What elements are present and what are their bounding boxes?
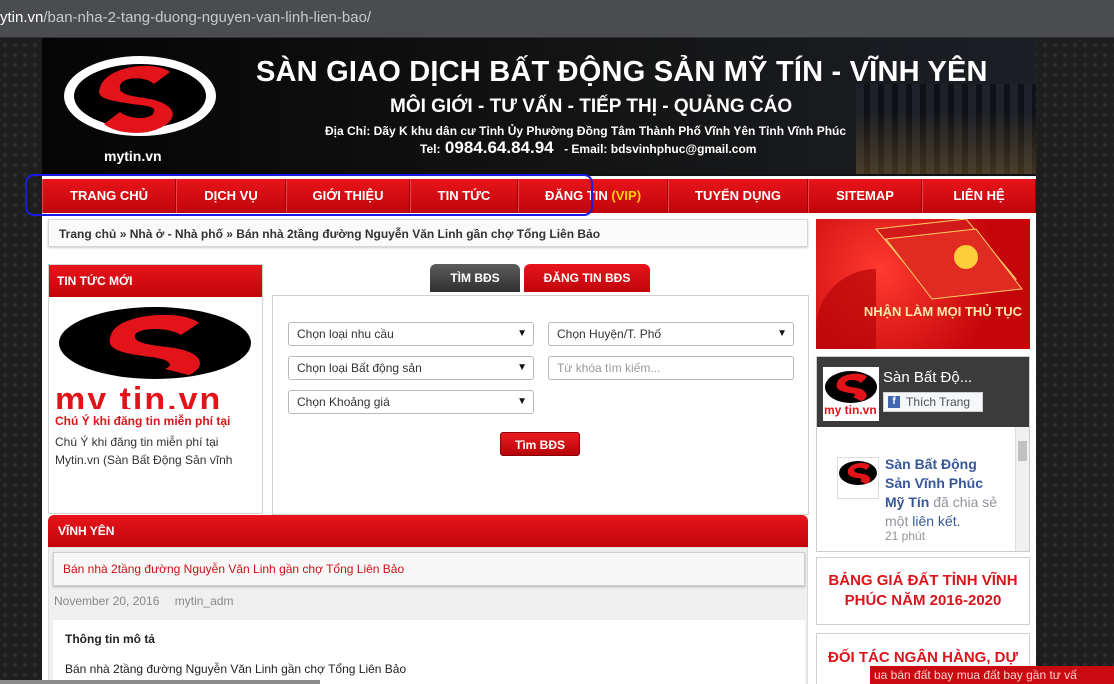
url-path: /ban-nha-2-tang-duong-nguyen-van-linh-li… bbox=[43, 9, 372, 26]
chevron-down-icon: ▼ bbox=[517, 328, 527, 339]
breadcrumb-category[interactable]: Nhà ở - Nhà phố bbox=[130, 227, 223, 241]
ad-text: NHẬN LÀM MỌI THỦ TỤC bbox=[863, 304, 1022, 319]
news-thumbnail[interactable]: my tin.vn bbox=[55, 305, 255, 409]
breadcrumb-home[interactable]: Trang chủ bbox=[59, 227, 116, 241]
browser-address-bar[interactable]: ytin.vn/ban-nha-2-tang-duong-nguyen-van-… bbox=[0, 0, 1114, 38]
breadcrumb-highlight-outline bbox=[25, 174, 593, 216]
fb-thumb-text: my tin.vn bbox=[824, 403, 877, 417]
latest-news-box: TIN TỨC MỚI my tin.vn Chú Ý khi đăng tin… bbox=[48, 264, 263, 514]
facebook-page-widget: my tin.vn Sàn Bất Độ... f Thích Trang Sàn… bbox=[816, 356, 1030, 552]
need-select[interactable]: Chọn loại nhu cầu ▼ bbox=[288, 322, 534, 346]
banner-contact: Tel: 0984.64.84.94 - Email: bdsvinhphuc@… bbox=[420, 138, 756, 158]
district-select[interactable]: Chọn Huyện/T. Phố ▼ bbox=[548, 322, 794, 346]
banner-address: Địa Chỉ: Dãy K khu dân cư Tỉnh Ủy Phường… bbox=[325, 124, 847, 138]
latest-news-heading: TIN TỨC MỚI bbox=[49, 265, 262, 297]
search-button[interactable]: Tìm BĐS bbox=[500, 432, 580, 456]
land-price-title: BẢNG GIÁ ĐẤT TỈNH VĨNH PHÚC NĂM 2016-202… bbox=[828, 572, 1018, 609]
land-price-box[interactable]: BẢNG GIÁ ĐẤT TỈNH VĨNH PHÚC NĂM 2016-202… bbox=[816, 557, 1030, 625]
breadcrumb-sep: » bbox=[226, 227, 233, 241]
search-form: Chọn loại nhu cầu ▼ Chọn Huyện/T. Phố ▼ Ch… bbox=[272, 295, 809, 515]
fb-page-name[interactable]: Sàn Bất Độ... bbox=[883, 369, 972, 386]
nav-item-contact[interactable]: LIÊN HỆ bbox=[922, 179, 1036, 213]
breadcrumb-sep: » bbox=[119, 227, 127, 241]
fb-scroll-thumb[interactable] bbox=[1018, 441, 1027, 461]
district-select-value: Chọn Huyện/T. Phố bbox=[557, 327, 662, 341]
description-text: Bán nhà 2tầng đường Nguyễn Văn Linh gần … bbox=[65, 662, 407, 676]
nav-item-sitemap[interactable]: SITEMAP bbox=[808, 179, 922, 213]
banner-subtitle: MÔI GIỚI - TƯ VẤN - TIẾP THỊ - QUẢNG CÁO bbox=[390, 96, 793, 117]
web-page: mytin.vn SÀN GIAO DỊCH BẤT ĐỘNG SẢN MỸ T… bbox=[42, 38, 1036, 684]
need-select-value: Chọn loại nhu cầu bbox=[297, 327, 394, 341]
post-title[interactable]: Bán nhà 2tầng đường Nguyễn Văn Linh gần … bbox=[53, 552, 805, 586]
news-logo-text: my tin.vn bbox=[55, 381, 223, 409]
section-heading: VĨNH YÊN bbox=[48, 515, 808, 547]
document-stack-icon bbox=[816, 219, 1023, 349]
fb-like-label: Thích Trang bbox=[906, 395, 971, 409]
news-item-desc: Chú Ý khi đăng tin miễn phí tại Mytin.vn… bbox=[55, 435, 233, 467]
fb-like-button[interactable]: f Thích Trang bbox=[883, 392, 983, 412]
post-meta: November 20, 2016 mytin_adm bbox=[54, 594, 233, 608]
fb-post-avatar[interactable] bbox=[837, 457, 879, 499]
fb-page-avatar: my tin.vn bbox=[823, 367, 879, 421]
logo-site-text: mytin.vn bbox=[104, 148, 162, 164]
fb-post-link[interactable]: liên kết. bbox=[912, 513, 960, 529]
nav-item-jobs[interactable]: TUYỂN DỤNG bbox=[668, 179, 808, 213]
property-type-select[interactable]: Chọn loại Bất động sản ▼ bbox=[288, 356, 534, 380]
post-date: November 20, 2016 bbox=[54, 594, 160, 608]
facebook-icon: f bbox=[888, 396, 900, 408]
fb-page-header[interactable]: my tin.vn Sàn Bất Độ... f Thích Trang bbox=[817, 357, 1029, 427]
tab-post-property[interactable]: ĐĂNG TIN BĐS bbox=[524, 264, 650, 292]
post-content: Thông tin mô tả Bán nhà 2tầng đường Nguy… bbox=[53, 620, 805, 684]
city-night-image bbox=[856, 84, 1036, 174]
fb-post-time: 21 phút bbox=[885, 529, 926, 543]
floating-red-bar[interactable]: ua bán đất bay mua đất bay gần tư vấ bbox=[870, 666, 1114, 684]
url-host: ytin.vn bbox=[0, 9, 44, 26]
description-heading: Thông tin mô tả bbox=[65, 632, 155, 646]
nav-vip-label: (VIP) bbox=[611, 188, 642, 203]
service-ad-banner[interactable]: NHẬN LÀM MỌI THỦ TỤC bbox=[816, 219, 1030, 349]
email-text: - Email: bdsvinhphuc@gmail.com bbox=[564, 142, 757, 156]
chevron-down-icon: ▼ bbox=[777, 328, 787, 339]
price-select-value: Chọn Khoảng giá bbox=[297, 395, 390, 409]
site-logo[interactable]: mytin.vn bbox=[60, 48, 220, 168]
news-item-title[interactable]: Chú Ý khi đăng tin miễn phí tại bbox=[55, 414, 230, 428]
banner-title: SÀN GIAO DỊCH BẤT ĐỘNG SẢN MỸ TÍN - VĨNH… bbox=[256, 56, 988, 88]
horizontal-scrollbar[interactable] bbox=[0, 680, 320, 684]
keyword-placeholder: Từ khóa tìm kiếm... bbox=[557, 361, 661, 375]
keyword-input[interactable]: Từ khóa tìm kiếm... bbox=[548, 356, 794, 380]
chevron-down-icon: ▼ bbox=[517, 362, 527, 373]
post-author[interactable]: mytin_adm bbox=[175, 594, 234, 608]
property-type-value: Chọn loại Bất động sản bbox=[297, 361, 422, 375]
breadcrumb-current: Bán nhà 2tầng đường Nguyễn Văn Linh gần … bbox=[236, 227, 601, 241]
chevron-down-icon: ▼ bbox=[517, 396, 527, 407]
article: Bán nhà 2tầng đường Nguyễn Văn Linh gần … bbox=[48, 547, 808, 684]
price-select[interactable]: Chọn Khoảng giá ▼ bbox=[288, 390, 534, 414]
fb-logo-icon bbox=[839, 461, 877, 485]
header-banner: mytin.vn SÀN GIAO DỊCH BẤT ĐỘNG SẢN MỸ T… bbox=[42, 38, 1036, 176]
fb-post-text: Sàn Bất Động Sản Vĩnh Phúc Mỹ Tín đã chi… bbox=[885, 455, 1005, 531]
logo-emblem-icon bbox=[64, 56, 216, 136]
tel-label: Tel: bbox=[420, 142, 441, 156]
phone-number: 0984.64.84.94 bbox=[444, 138, 554, 157]
tab-search-property[interactable]: TÌM BĐS bbox=[430, 264, 520, 292]
fb-scrollbar[interactable] bbox=[1015, 427, 1029, 551]
url-text[interactable]: ytin.vn/ban-nha-2-tang-duong-nguyen-van-… bbox=[0, 9, 371, 26]
breadcrumb: Trang chủ » Nhà ở - Nhà phố » Bán nhà 2t… bbox=[48, 219, 808, 247]
